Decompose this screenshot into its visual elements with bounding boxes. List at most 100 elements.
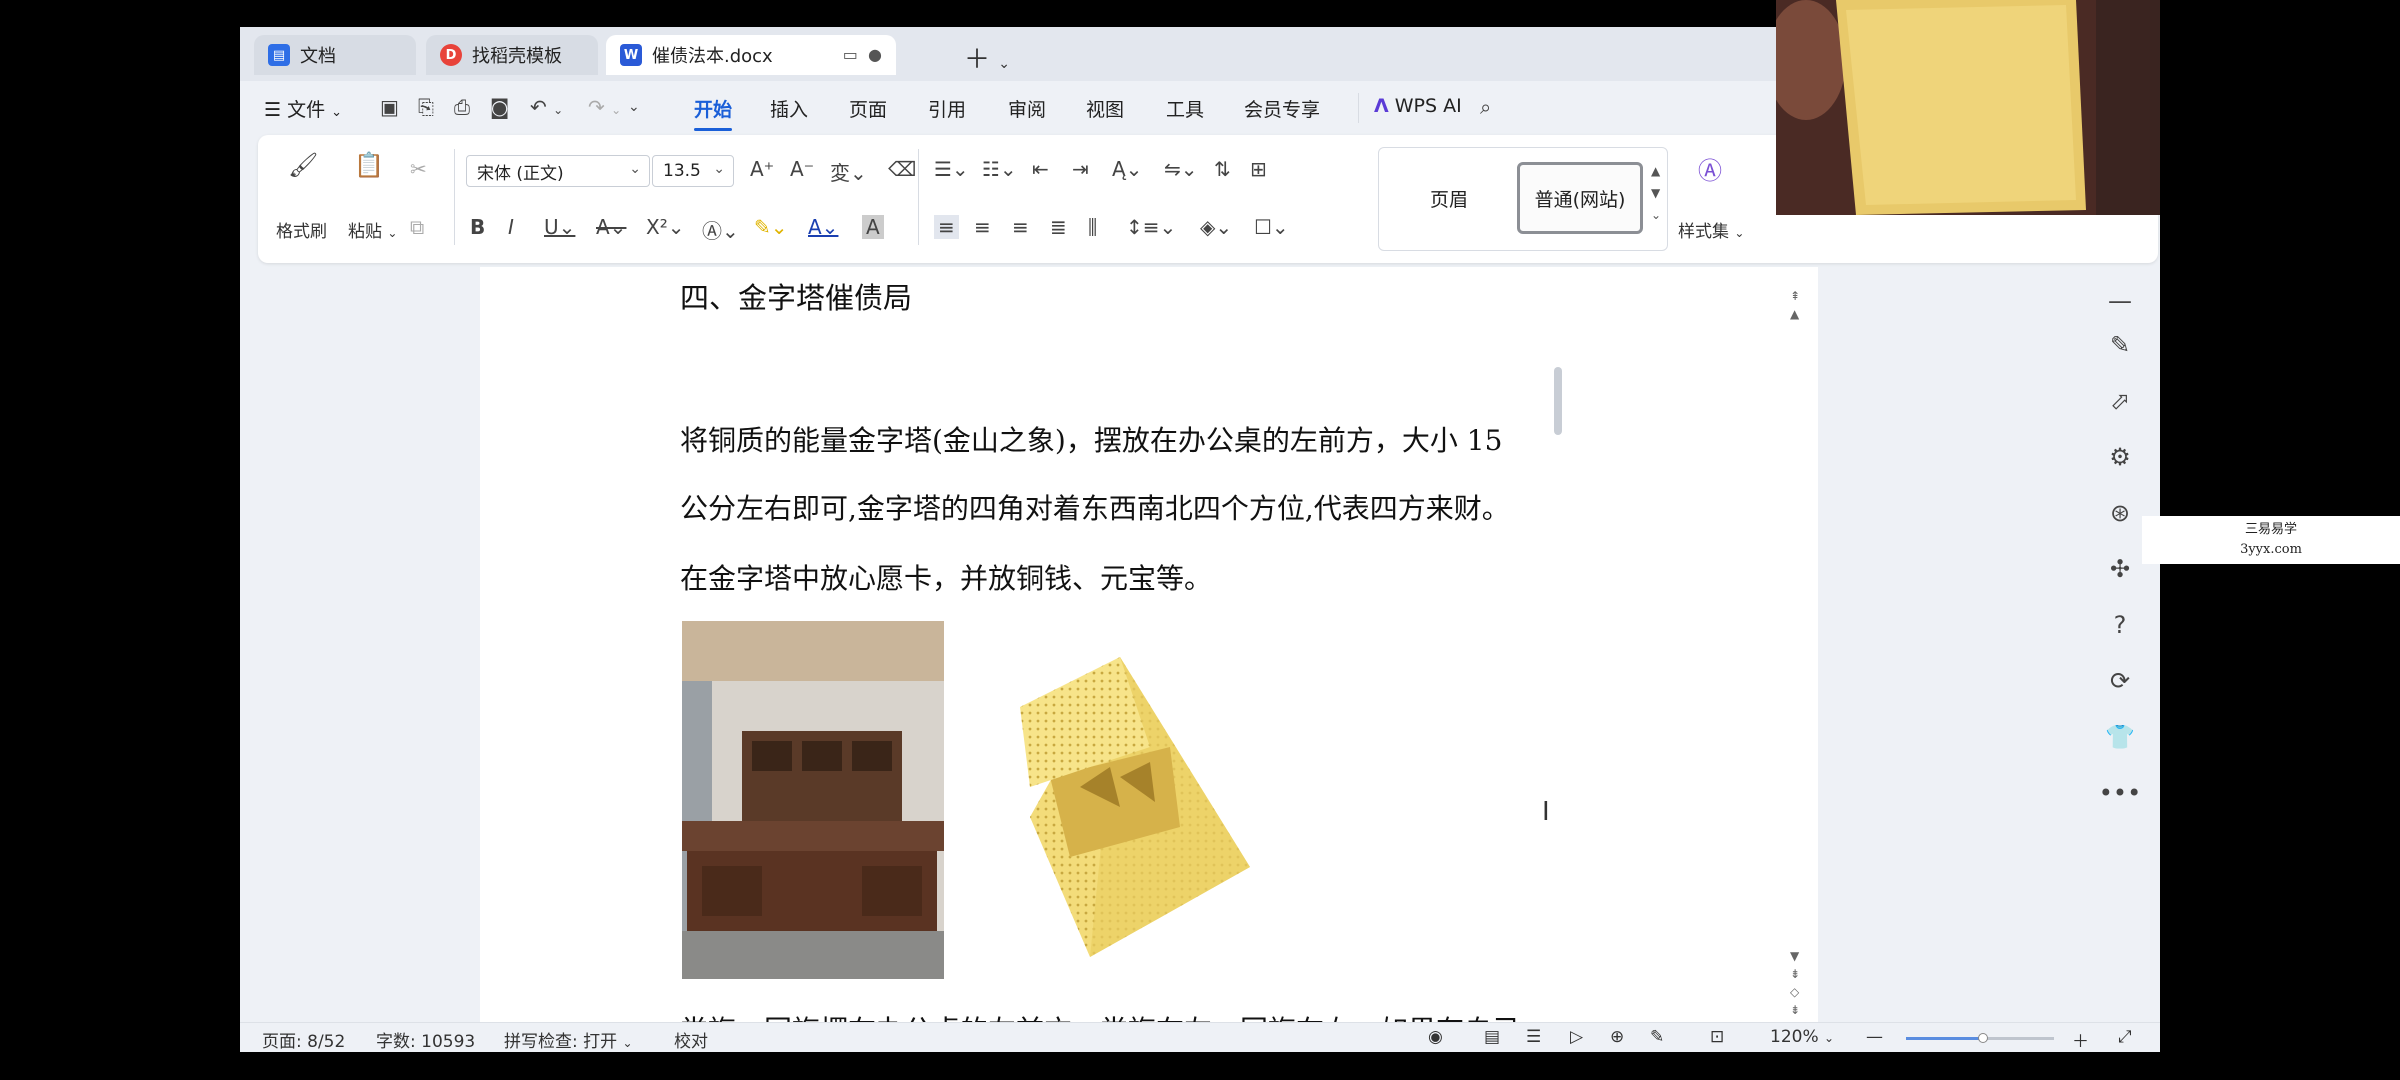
status-bar: 页面: 8/52 字数: 10593 拼写检查: 打开 ⌄ 校对 ◉ ▤ ☰ ▷…	[240, 1022, 2160, 1052]
page-view-icon[interactable]: ▤	[1484, 1027, 1500, 1047]
underline-icon[interactable]: U⌄	[544, 215, 575, 239]
style-set-label[interactable]: 样式集 ⌄	[1678, 217, 1744, 242]
border-icon[interactable]: ☐⌄	[1254, 215, 1289, 239]
text-cursor-icon: I	[1542, 797, 1550, 827]
undo-icon[interactable]: ↶ ⌄	[530, 95, 563, 119]
sort-icon[interactable]: ⇅	[1214, 157, 1231, 181]
decrease-indent-icon[interactable]: ⇤	[1032, 157, 1049, 181]
menu-insert[interactable]: 插入	[770, 95, 808, 123]
zoom-in-icon[interactable]: ＋	[2072, 1027, 2089, 1052]
print-icon[interactable]: ⎙	[454, 95, 470, 119]
font-color-icon[interactable]: A⌄	[808, 215, 838, 239]
page-nav-top[interactable]: ⇞ ▲	[1790, 287, 1800, 323]
pen-icon[interactable]: ✎	[2095, 331, 2145, 359]
fullscreen-icon[interactable]: ⤢	[2118, 1027, 2132, 1047]
table-icon[interactable]: ⊞	[1250, 157, 1267, 181]
help-icon[interactable]: ?	[2095, 611, 2145, 639]
menu-view[interactable]: 视图	[1086, 95, 1124, 123]
menu-home[interactable]: 开始	[694, 95, 733, 131]
web-view-icon[interactable]: ⊕	[1610, 1027, 1624, 1047]
distribute-icon[interactable]: ⫼	[1088, 215, 1097, 239]
save-icon[interactable]: ▣	[380, 95, 399, 119]
highlight-icon[interactable]: ✎⌄	[754, 215, 788, 239]
superscript-icon[interactable]: X²⌄	[646, 215, 684, 239]
adjust-icon[interactable]: ⚙	[2095, 443, 2145, 471]
zoom-out-icon[interactable]: —	[1866, 1027, 1883, 1047]
phonetic-guide-icon[interactable]: 変⌄	[830, 157, 867, 186]
search-icon[interactable]: ⌕	[1480, 95, 1491, 119]
tools-icon[interactable]: ✣	[2095, 555, 2145, 583]
review-icon[interactable]: ⊛	[2095, 499, 2145, 527]
menu-page[interactable]: 页面	[849, 95, 887, 123]
outline-view-icon[interactable]: ☰	[1526, 1027, 1541, 1047]
write-icon[interactable]: ✎	[1650, 1027, 1664, 1047]
select-icon[interactable]: ⬀	[2095, 387, 2145, 415]
wps-ai-button[interactable]: ᐱ WPS AI	[1374, 95, 1462, 123]
tab-controls[interactable]: ▭ ●	[843, 45, 882, 64]
char-shading-icon[interactable]: A	[862, 215, 884, 239]
tab-docer[interactable]: D 找稻壳模板	[426, 35, 598, 75]
fit-icon[interactable]: ⊡	[1710, 1027, 1724, 1047]
align-left-icon[interactable]: ≡	[934, 215, 959, 239]
paragraph-spacing-icon[interactable]: ↕≡⌄	[1126, 215, 1176, 239]
shirt-icon[interactable]: 👕	[2095, 723, 2145, 751]
gallery-scroll[interactable]: ▲ ▼ ⌄	[1651, 160, 1661, 226]
text-direction-icon[interactable]: Ą⌄	[1112, 157, 1142, 181]
numbered-list-icon[interactable]: ☷⌄	[982, 157, 1017, 181]
print-preview-icon[interactable]: ◙	[490, 95, 509, 119]
more-icon[interactable]: •••	[2095, 779, 2145, 807]
justify-icon[interactable]: ≣	[1050, 215, 1067, 239]
cut-icon[interactable]: ✂	[410, 157, 427, 181]
share-icon[interactable]: ⎘	[418, 95, 434, 119]
menu-references[interactable]: 引用	[928, 95, 966, 123]
clear-format-icon[interactable]: ⌫	[888, 157, 916, 181]
increase-indent-icon[interactable]: ⇥	[1072, 157, 1089, 181]
align-right-icon[interactable]: ≡	[1012, 215, 1029, 239]
text-effect-icon[interactable]: Ⓐ⌄	[702, 215, 739, 244]
redo-icon[interactable]: ↷ ⌄	[588, 95, 621, 119]
eye-icon[interactable]: ◉	[1428, 1027, 1443, 1047]
zoom-level[interactable]: 120% ⌄	[1770, 1027, 1834, 1047]
bold-icon[interactable]: B	[470, 215, 485, 239]
file-menu[interactable]: ☰ 文件 ⌄	[264, 95, 342, 123]
more-chevron-icon[interactable]: ⌄	[628, 99, 640, 115]
shading-icon[interactable]: ◈⌄	[1200, 215, 1232, 239]
format-painter-label[interactable]: 格式刷	[276, 217, 327, 242]
document-page[interactable]: 四、金字塔催债局 将铜质的能量金字塔(金山之象)，摆放在办公桌的左前方，大小 1…	[480, 267, 1818, 1047]
collapse-icon[interactable]: —	[2095, 287, 2145, 315]
menu-member[interactable]: 会员专享	[1244, 95, 1320, 123]
new-tab-button[interactable]: ＋ ⌄	[964, 39, 1010, 76]
menu-review[interactable]: 审阅	[1008, 95, 1046, 123]
align-center-icon[interactable]: ≡	[974, 215, 991, 239]
font-size-select[interactable]: 13.5 ⌄	[652, 155, 734, 187]
line-spacing-icon[interactable]: ⇋⌄	[1164, 157, 1198, 181]
divider	[918, 149, 919, 245]
grow-font-icon[interactable]: A⁺	[750, 157, 774, 181]
page-indicator[interactable]: 页面: 8/52	[262, 1027, 345, 1052]
paste-label[interactable]: 粘贴 ⌄	[348, 217, 397, 242]
page-nav-bottom[interactable]: ▼ ⇟ ◇ ⇟	[1790, 947, 1800, 1019]
play-icon[interactable]: ▷	[1570, 1027, 1583, 1047]
scrollbar-thumb[interactable]	[1554, 367, 1562, 435]
tab-docs[interactable]: ▤ 文档	[254, 35, 416, 75]
divider	[1358, 93, 1359, 123]
font-name-select[interactable]: 宋体 (正文) ⌄	[466, 155, 650, 187]
italic-icon[interactable]: I	[508, 215, 514, 239]
style-header[interactable]: 页眉	[1389, 162, 1509, 234]
paste-icon[interactable]: 📋	[354, 151, 384, 179]
sync-icon[interactable]: ⟳	[2095, 667, 2145, 695]
bullet-list-icon[interactable]: ☰⌄	[934, 157, 969, 181]
strikethrough-icon[interactable]: A⌄	[596, 215, 626, 239]
proofread[interactable]: 校对	[674, 1027, 708, 1052]
zoom-slider[interactable]	[1906, 1033, 2054, 1043]
menu-tools[interactable]: 工具	[1166, 95, 1204, 123]
word-count[interactable]: 字数: 10593	[376, 1027, 475, 1052]
style-set-icon[interactable]: Ⓐ	[1698, 151, 1722, 186]
zoom-slider-handle[interactable]	[1978, 1033, 1988, 1043]
copy-icon[interactable]: ⧉	[410, 215, 424, 239]
tab-document[interactable]: W 催债法本.docx ▭ ●	[606, 35, 896, 75]
spell-check[interactable]: 拼写检查: 打开 ⌄	[504, 1027, 633, 1052]
style-normal-web[interactable]: 普通(网站)	[1517, 162, 1643, 234]
format-painter-icon[interactable]: 🖌	[288, 151, 318, 179]
shrink-font-icon[interactable]: A⁻	[790, 157, 814, 181]
